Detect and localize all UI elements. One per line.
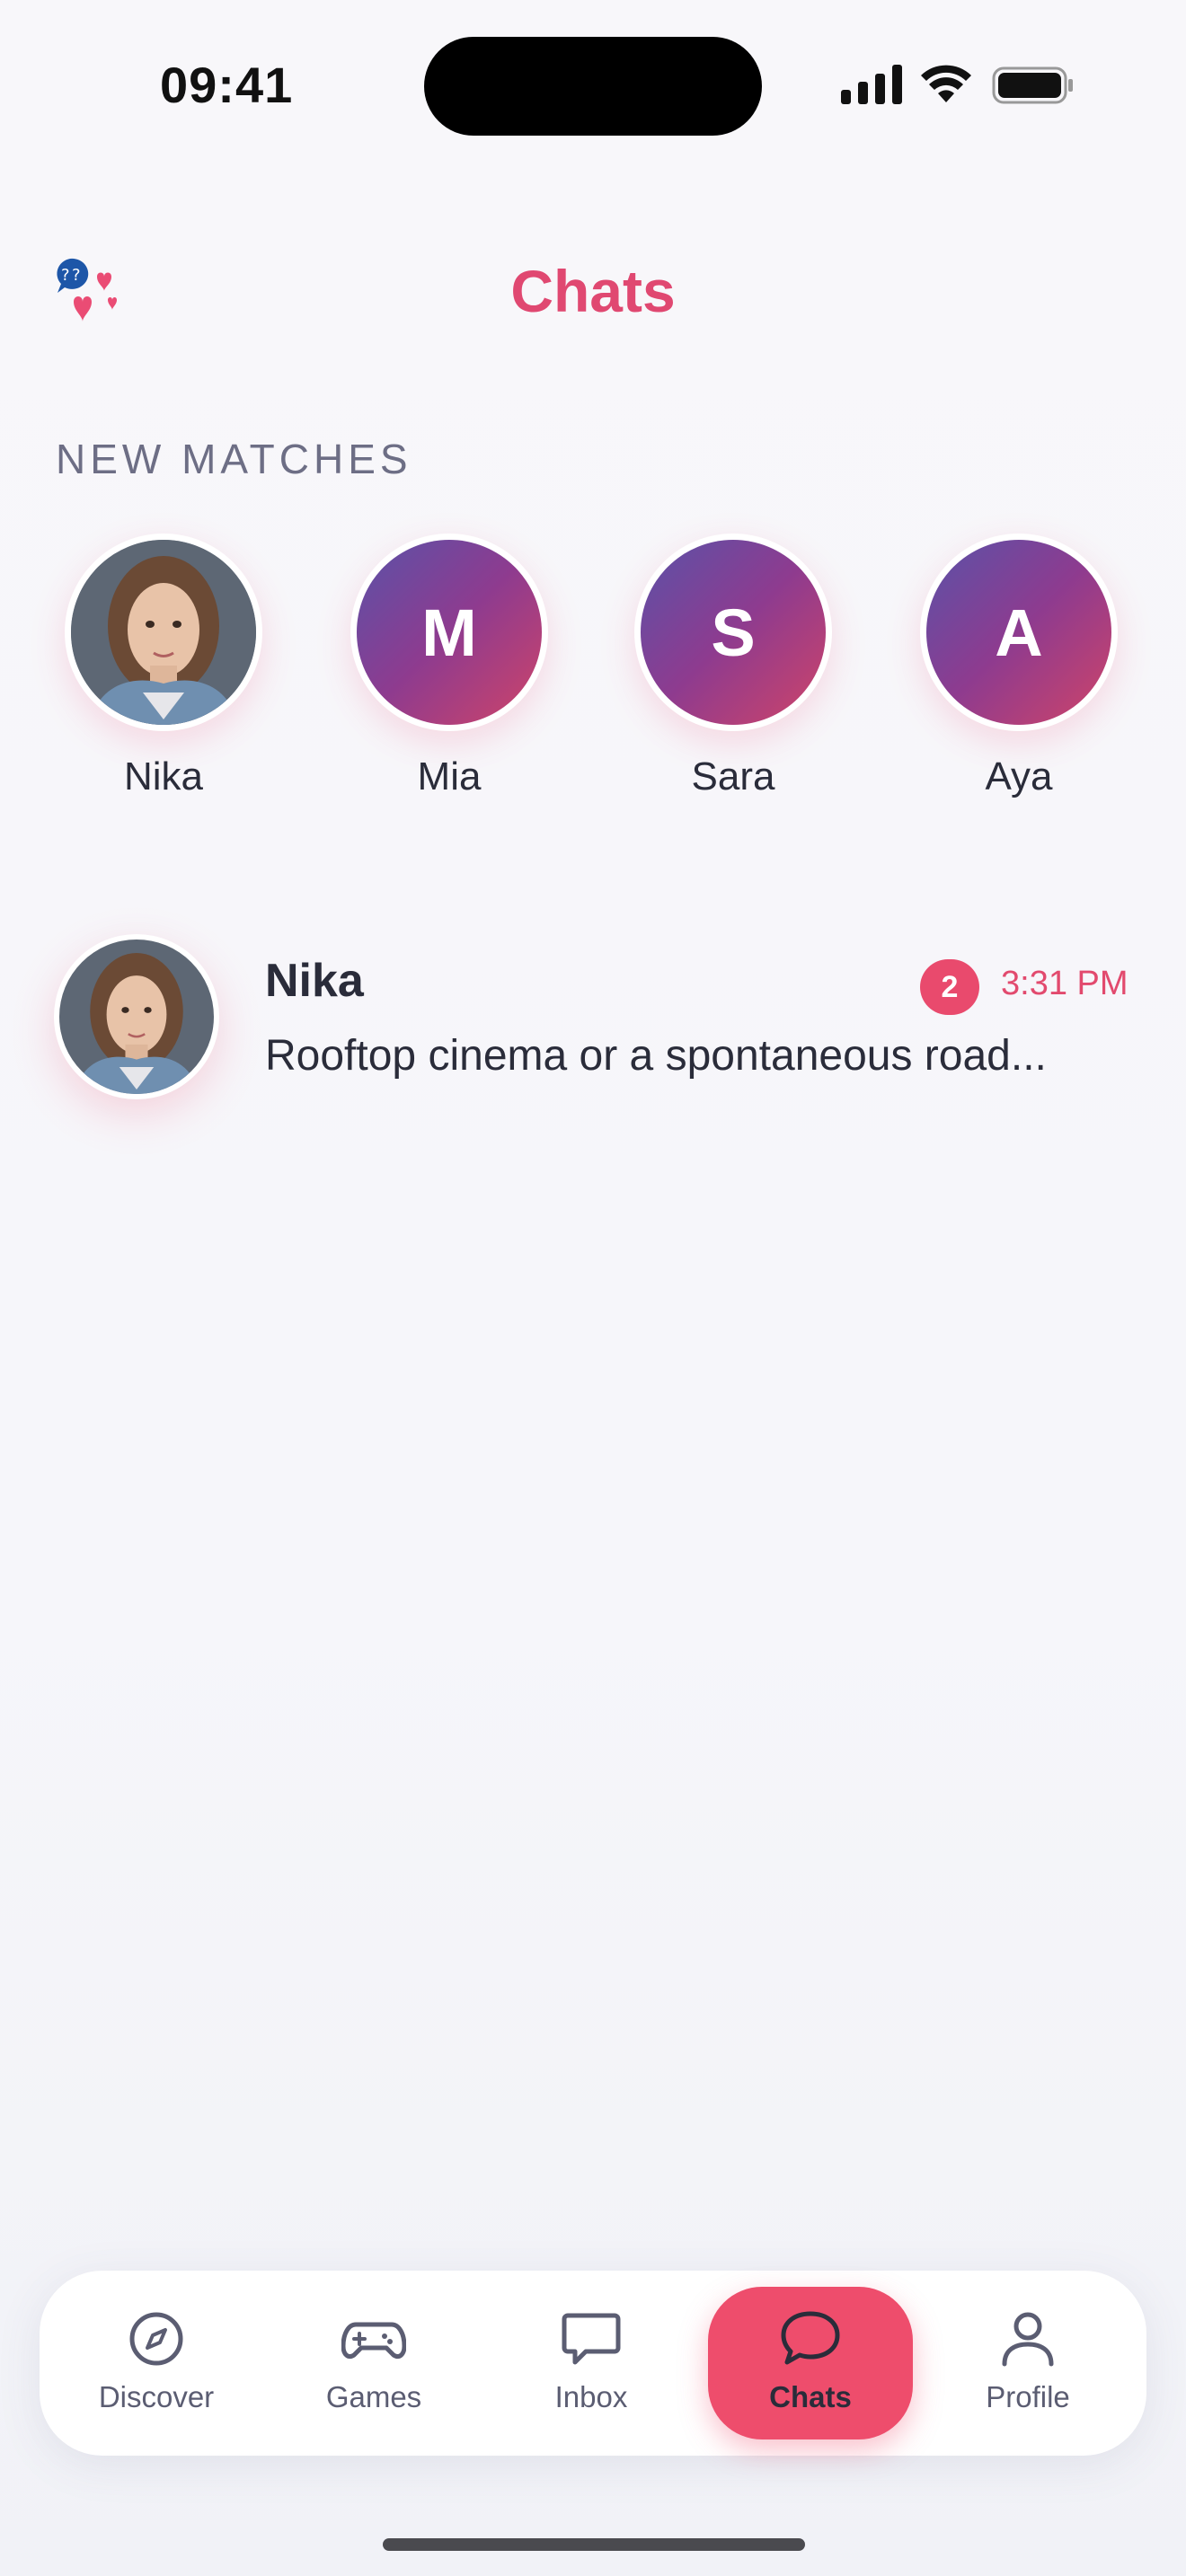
tab-label: Profile: [986, 2380, 1070, 2413]
compass-icon: [129, 2312, 183, 2366]
portrait-photo: [71, 540, 256, 725]
tab-discover[interactable]: Discover: [66, 2271, 246, 2456]
home-indicator[interactable]: [383, 2538, 805, 2551]
new-matches-row: Nika M Mia S Sara A Aya: [54, 526, 1132, 798]
tab-label: Chats: [769, 2380, 852, 2413]
chat-preview-text: Rooftop cinema or a spontaneous road...: [265, 1032, 1047, 1080]
message-square-icon: [562, 2313, 621, 2365]
chat-bubble-icon: [781, 2311, 840, 2365]
wifi-icon: [921, 65, 971, 102]
chat-list-item[interactable]: Nika 2 3:31 PM Rooftop cinema or a spont…: [54, 934, 1132, 1105]
avatar-initial-letter: M: [421, 595, 477, 670]
tab-label: Games: [325, 2380, 422, 2413]
tab-label: Inbox: [554, 2380, 628, 2413]
avatar-photo: [71, 540, 256, 725]
user-icon: [1002, 2312, 1054, 2367]
match-item-mia[interactable]: M Mia: [340, 526, 573, 814]
battery-icon: [992, 66, 1073, 104]
match-item-aya[interactable]: A Aya: [909, 526, 1143, 814]
bottom-tab-bar: Discover Games Inbox Chats Profile: [40, 2271, 1146, 2456]
avatar-initial-letter: A: [995, 595, 1043, 670]
chat-timestamp: 3:31 PM: [1001, 965, 1128, 1002]
dynamic-island: [424, 37, 762, 136]
match-name: Mia: [417, 754, 482, 798]
page-title: Chats: [510, 258, 676, 324]
match-item-sara[interactable]: S Sara: [624, 526, 857, 814]
avatar-initial-letter: S: [711, 595, 756, 670]
tab-profile[interactable]: Profile: [938, 2271, 1118, 2456]
gamepad-icon: [341, 2322, 406, 2360]
portrait-photo: [59, 940, 214, 1094]
tab-inbox[interactable]: Inbox: [501, 2271, 681, 2456]
signal-icon: [841, 65, 902, 104]
tab-games[interactable]: Games: [284, 2271, 464, 2456]
status-time: 09:41: [160, 57, 294, 113]
tab-chats[interactable]: Chats: [708, 2271, 913, 2456]
avatar-initial: A: [926, 540, 1111, 725]
unread-badge: 2: [920, 959, 979, 1015]
avatar: [59, 940, 214, 1094]
avatar-initial: M: [357, 540, 542, 725]
match-name: Nika: [123, 754, 204, 798]
tab-label: Discover: [98, 2380, 215, 2413]
new-matches-label: NEW MATCHES: [56, 436, 412, 482]
match-name: Aya: [985, 754, 1053, 798]
match-item-nika[interactable]: Nika: [54, 526, 288, 814]
match-name: Sara: [691, 754, 775, 798]
avatar-initial: S: [641, 540, 826, 725]
chat-contact-name: Nika: [265, 955, 364, 1007]
